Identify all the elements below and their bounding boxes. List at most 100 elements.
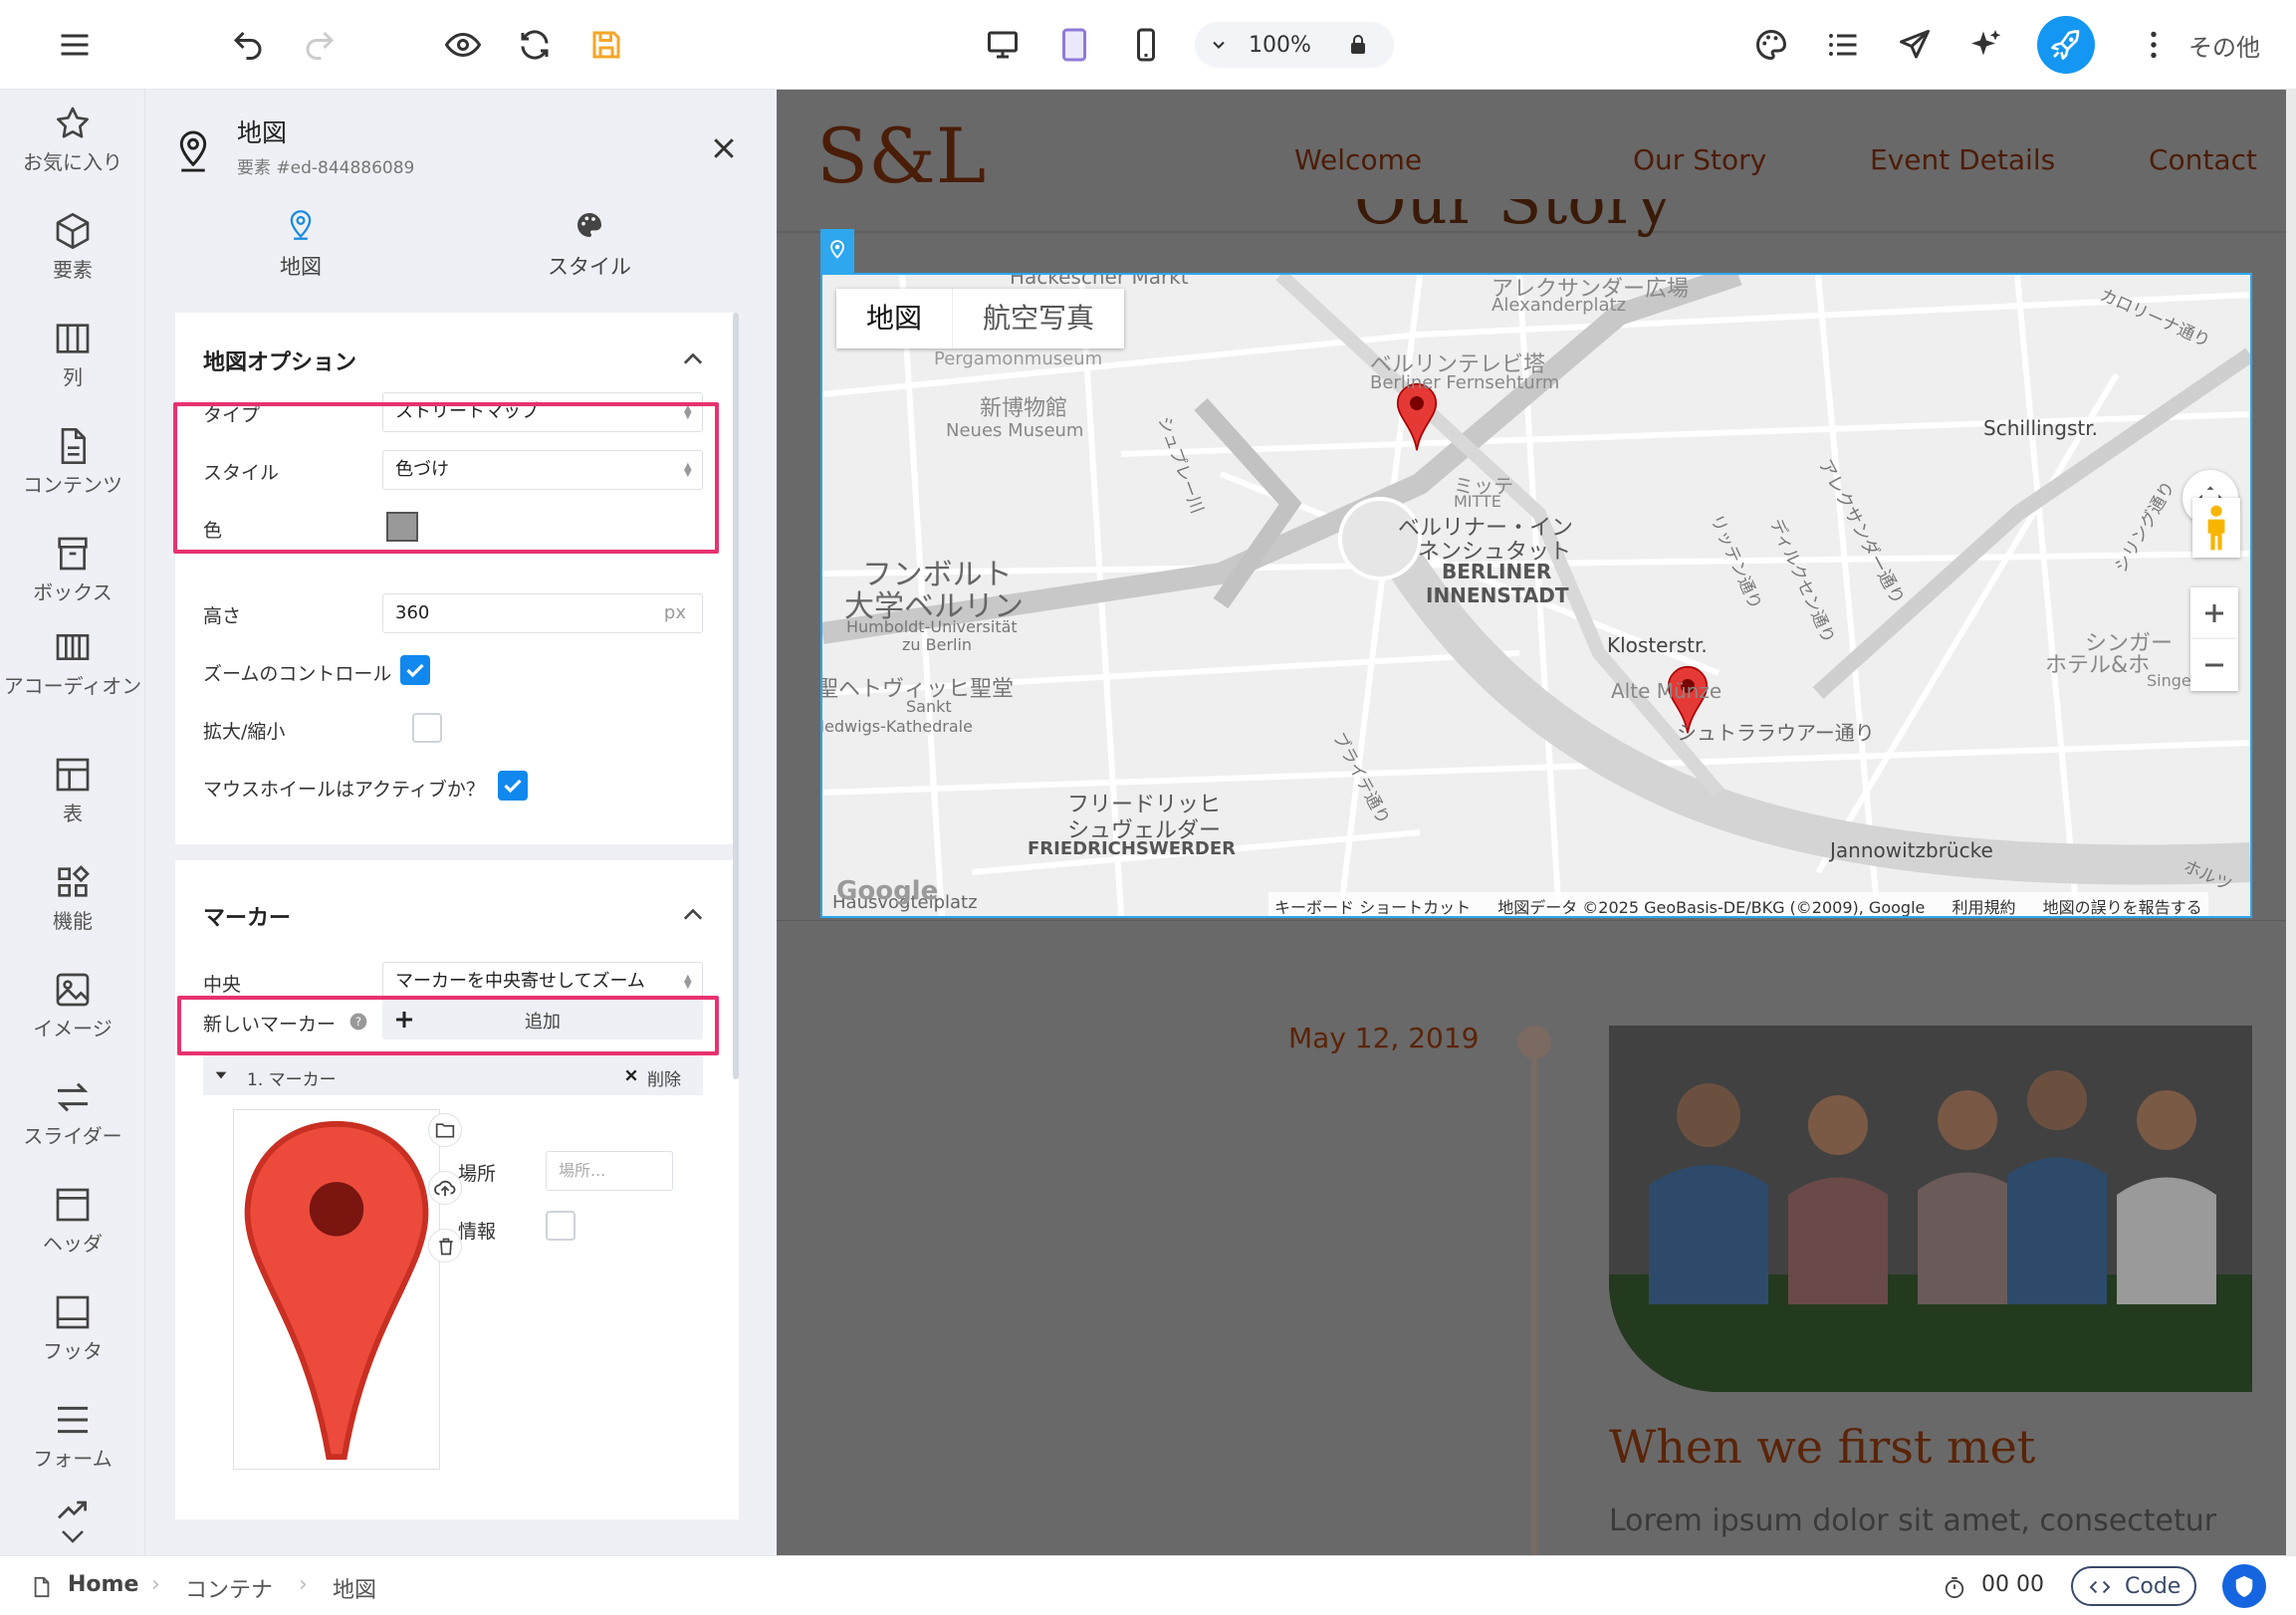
panel-scrollbar[interactable] <box>733 313 739 1079</box>
map-element-badge[interactable] <box>820 229 854 273</box>
sidebar-item-footer[interactable]: フッタ <box>0 1292 145 1364</box>
map-tab-map[interactable]: 地図 <box>836 289 952 348</box>
publish-button[interactable] <box>2037 16 2095 74</box>
delete-label[interactable]: 削除 <box>647 1065 681 1090</box>
zoom-level: 100% <box>1249 32 1311 58</box>
tab-label: スタイル <box>548 255 631 279</box>
site-nav-contact[interactable]: Contact <box>2149 143 2257 176</box>
star-icon <box>57 107 89 138</box>
post-text: Lorem ipsum dolor sit amet, consectetur <box>1609 1503 2217 1538</box>
zoom-selector[interactable]: 100% <box>1195 22 1394 68</box>
trending-icon[interactable] <box>56 1496 90 1523</box>
desktop-icon[interactable] <box>978 20 1028 70</box>
close-icon[interactable] <box>709 133 739 163</box>
palette-icon[interactable] <box>1746 20 1796 70</box>
zoom-controls-checkbox[interactable] <box>400 655 430 685</box>
map-widget[interactable]: 地図 航空写真 Hackescher Markt アレクサンダー広場 Alexa… <box>820 273 2252 918</box>
sidebar-item-label: 要素 <box>53 258 93 282</box>
zoom-in-button[interactable] <box>2190 587 2238 639</box>
map-label: Humboldt-Universität <box>846 617 1018 636</box>
sidebar-item-header[interactable]: ヘッダ <box>0 1185 145 1257</box>
sidebar-item-label: イメージ <box>33 1017 113 1040</box>
trash-button[interactable] <box>428 1229 462 1263</box>
code-button[interactable]: Code <box>2071 1566 2196 1606</box>
sidebar-item-elements[interactable]: 要素 <box>0 211 145 283</box>
zoom-out-button[interactable] <box>2190 639 2238 691</box>
report-error-link[interactable]: 地図の誤りを報告する <box>2043 898 2202 916</box>
timer-icon <box>1945 1577 1964 1599</box>
sidebar-item-table[interactable]: 表 <box>0 755 145 826</box>
sidebar-item-image[interactable]: イメージ <box>0 970 145 1041</box>
canvas-scrollbar[interactable] <box>2286 90 2296 1555</box>
preview-icon[interactable] <box>438 20 488 70</box>
tab-label: 地図 <box>280 255 322 279</box>
map-label: Hedwigs-Kathedrale <box>820 717 973 736</box>
tab-map[interactable]: 地図 <box>201 209 400 281</box>
map-pin-icon <box>830 240 844 259</box>
redo-icon[interactable] <box>295 20 344 70</box>
shield-icon <box>2235 1575 2253 1597</box>
upload-button[interactable] <box>428 1171 462 1205</box>
site-nav-welcome[interactable]: Welcome <box>1294 143 1422 176</box>
folder-button[interactable] <box>428 1113 462 1147</box>
keyboard-shortcuts-link[interactable]: キーボード ショートカット <box>1274 898 1471 916</box>
chevron-up-icon[interactable] <box>679 345 707 372</box>
refresh-icon[interactable] <box>510 20 560 70</box>
terms-link[interactable]: 利用規約 <box>1952 898 2015 916</box>
info-checkbox[interactable] <box>546 1211 575 1241</box>
sidebar-item-label: フッタ <box>43 1339 103 1363</box>
map-label: 新博物館 <box>980 396 1068 421</box>
map-options-section: 地図オプション タイプ ストリートマップ ▲ ▼ スタイル 色づけ ▲ ▼ 色 高さ 3… <box>175 313 739 844</box>
sidebar-item-slider[interactable]: スライダー <box>0 1077 145 1149</box>
scale-checkbox[interactable] <box>412 713 442 743</box>
list-icon[interactable] <box>1818 20 1868 70</box>
tablet-icon[interactable] <box>1049 20 1099 70</box>
send-icon[interactable] <box>1890 20 1940 70</box>
people-photo <box>1609 1026 2252 1392</box>
sidebar-item-label: お気に入り <box>23 150 122 174</box>
breadcrumb-map[interactable]: 地図 <box>333 1572 376 1604</box>
map-label: BERLINER <box>1442 560 1552 583</box>
lock-icon[interactable] <box>1346 33 1370 57</box>
breadcrumb-home[interactable]: Home <box>68 1572 138 1597</box>
box-icon <box>58 537 88 571</box>
check-icon <box>406 663 424 678</box>
save-icon[interactable] <box>581 20 631 70</box>
sidebar-item-accordion[interactable]: アコーディオン <box>0 627 145 699</box>
map-label: Alte Münze <box>1611 679 1722 703</box>
marker-item-header[interactable]: 1. マーカー 削除 <box>203 1055 703 1095</box>
map-tab-satellite[interactable]: 航空写真 <box>952 289 1124 348</box>
more-label[interactable]: その他 <box>2188 28 2260 63</box>
sidebar-item-label: コンテンツ <box>23 473 122 497</box>
chevron-up-icon[interactable] <box>679 900 707 928</box>
sidebar-item-columns[interactable]: 列 <box>0 319 145 390</box>
sparkle-icon[interactable] <box>1961 20 2011 70</box>
site-nav-our-story[interactable]: Our Story <box>1633 143 1766 176</box>
sidebar-item-favorites[interactable]: お気に入り <box>0 104 145 175</box>
shield-button[interactable] <box>2222 1564 2266 1608</box>
highlight-box <box>173 402 719 554</box>
map-label: Klosterstr. <box>1607 633 1708 657</box>
breadcrumb-container[interactable]: コンテナ <box>185 1572 273 1604</box>
sidebar-item-content[interactable]: コンテンツ <box>0 426 145 498</box>
wheel-checkbox[interactable] <box>498 771 528 801</box>
pegman-button[interactable] <box>2192 498 2240 558</box>
minus-icon <box>2205 663 2223 667</box>
tab-style[interactable]: スタイル <box>490 209 689 281</box>
chevron-down-icon[interactable] <box>58 1523 88 1549</box>
site-nav-event-details[interactable]: Event Details <box>1870 143 2055 176</box>
close-icon[interactable] <box>623 1067 639 1083</box>
google-logo: Google <box>836 876 939 906</box>
menu-icon[interactable] <box>50 20 100 70</box>
height-input[interactable]: 360 px <box>382 593 703 633</box>
map-label: Hackescher Markt <box>1010 273 1189 289</box>
marker-pin-icon <box>244 1120 429 1461</box>
location-input[interactable]: 場所... <box>546 1151 673 1191</box>
sidebar-item-label: スライダー <box>23 1124 122 1148</box>
mobile-icon[interactable] <box>1121 20 1171 70</box>
more-icon[interactable] <box>2129 20 2179 70</box>
sidebar-item-box[interactable]: ボックス <box>0 534 145 605</box>
undo-icon[interactable] <box>223 20 273 70</box>
sidebar-item-form[interactable]: フォーム <box>0 1400 145 1472</box>
sidebar-item-features[interactable]: 機能 <box>0 862 145 934</box>
